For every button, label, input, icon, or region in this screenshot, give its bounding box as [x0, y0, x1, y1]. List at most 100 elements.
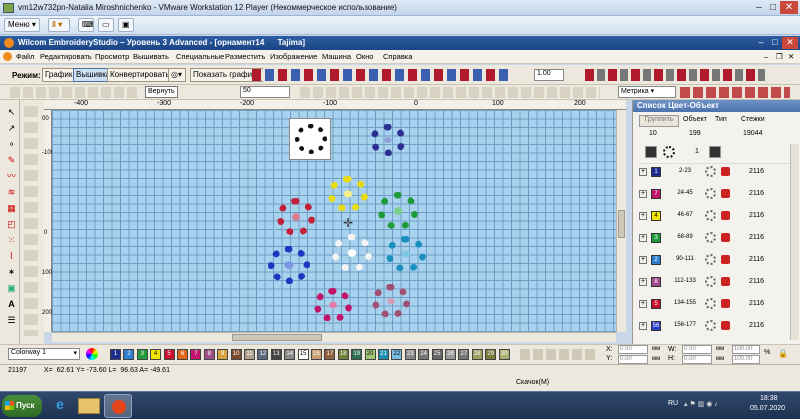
expand-icon[interactable]: + — [639, 190, 647, 198]
palette-swatch[interactable]: 18 — [337, 349, 349, 360]
h-field[interactable]: 0.00 — [682, 355, 712, 364]
palette-swatch[interactable]: 2 — [123, 349, 135, 360]
satin-tool-icon[interactable]: ≋ — [3, 186, 20, 199]
minimize-icon[interactable]: – — [752, 1, 766, 14]
star-tool-icon[interactable]: ✶ — [3, 266, 20, 279]
palette-swatch[interactable]: 12 — [257, 349, 269, 360]
palette-swatch[interactable]: 14 — [284, 349, 296, 360]
palette-swatch[interactable]: 5 — [163, 349, 175, 360]
palette-swatch[interactable]: 22 — [391, 349, 403, 360]
horizontal-scroll-thumb[interactable] — [232, 334, 322, 341]
palette-swatch[interactable]: 7 — [190, 349, 202, 360]
vertical-scroll-thumb[interactable] — [618, 210, 625, 238]
view-tools-strip[interactable] — [300, 87, 600, 98]
color-object-row[interactable]: +5 134-155 2116 — [639, 296, 789, 317]
color-object-row[interactable]: +4 46-67 2116 — [639, 208, 789, 229]
pointer-tool-icon[interactable]: ↖ — [3, 106, 20, 119]
dots-tool-icon[interactable]: ⁙ — [3, 234, 20, 247]
palette-swatch[interactable]: 28 — [471, 349, 483, 360]
app-close-icon[interactable]: ✕ — [782, 37, 798, 49]
standard-tools-strip[interactable] — [10, 87, 138, 98]
outline-tool-icon[interactable]: ◰ — [3, 218, 20, 231]
vm-menu-button[interactable]: Меню ▾ — [4, 18, 40, 32]
color-object-row[interactable]: +1 2-23 2116 — [639, 164, 789, 185]
ornament-green[interactable] — [378, 192, 418, 230]
color-object-row[interactable]: +3 68-89 2116 — [639, 230, 789, 251]
color-object-row[interactable]: +7 24-45 2116 — [639, 186, 789, 207]
ornament-blue[interactable] — [268, 246, 310, 284]
menu-file[interactable]: Файл — [16, 52, 34, 61]
panel-scrollbar[interactable] — [790, 144, 799, 340]
mdi-close-icon[interactable]: ✕ — [788, 52, 794, 61]
palette-swatch[interactable]: 21 — [378, 349, 389, 360]
text-tool-icon[interactable]: A — [3, 298, 20, 311]
colorway-select[interactable]: Colorway 1 ▾ — [8, 348, 80, 360]
expand-icon[interactable]: + — [639, 256, 647, 264]
ornament-teal[interactable] — [386, 236, 426, 272]
vm-unity-icon[interactable]: ▣ — [118, 18, 134, 32]
expand-icon[interactable]: + — [639, 300, 647, 308]
menu-help[interactable]: Справка — [383, 52, 412, 61]
palette-swatch[interactable]: 30 — [498, 349, 510, 360]
expand-icon[interactable]: + — [639, 322, 647, 330]
stitch-tool-icon[interactable]: ⚬ — [3, 138, 20, 151]
app-maximize-icon[interactable]: □ — [768, 37, 782, 49]
palette-swatch[interactable]: 23 — [404, 349, 416, 360]
menu-edit[interactable]: Редактировать — [40, 52, 92, 61]
lock-icon[interactable]: 🔒 — [778, 349, 788, 358]
clock-date[interactable]: 05.07.2020 — [750, 405, 785, 412]
palette-swatch[interactable]: 15 — [297, 349, 309, 360]
palette-swatch[interactable]: 25 — [431, 349, 443, 360]
color-object-row[interactable]: +56 156-177 2116 — [639, 318, 789, 339]
palette-swatch[interactable]: 8 — [203, 349, 215, 360]
reshape-tool-icon[interactable]: ↗ — [3, 122, 20, 135]
globe-icon[interactable]: ◎▾ — [168, 68, 186, 82]
ornament-magenta[interactable] — [314, 288, 352, 322]
ornament-red[interactable] — [277, 198, 315, 236]
menu-machine[interactable]: Машина — [322, 52, 351, 61]
palette-swatch[interactable]: 26 — [445, 349, 456, 360]
clock-time[interactable]: 18:38 — [760, 395, 778, 402]
menu-image[interactable]: Изображение — [270, 52, 317, 61]
start-button[interactable]: Пуск — [2, 395, 42, 417]
menu-arrange[interactable]: Разместить — [225, 52, 265, 61]
selected-design-preview[interactable] — [289, 118, 331, 160]
expand-icon[interactable]: + — [639, 212, 647, 220]
pause-button[interactable]: ‖ ▾ — [48, 18, 70, 32]
palette-swatch[interactable]: 4 — [150, 349, 162, 360]
convert-button[interactable]: Конвертировать — [107, 68, 173, 82]
palette-swatch[interactable]: 29 — [485, 349, 497, 360]
ornament-mauve[interactable] — [372, 284, 410, 318]
palette-swatch[interactable]: 17 — [324, 349, 336, 360]
design-canvas[interactable]: ✛ — [52, 110, 616, 332]
effects-tools-strip[interactable] — [585, 69, 765, 81]
wilcom-taskbar-button[interactable] — [104, 394, 132, 418]
expand-icon[interactable]: + — [639, 234, 647, 242]
zoom-value-field[interactable]: 1.00 — [534, 69, 564, 81]
run-tool-icon[interactable]: 〰 — [3, 170, 20, 183]
menu-digitize[interactable]: Вышивать — [133, 52, 169, 61]
expand-icon[interactable]: + — [639, 278, 647, 286]
monogram-tool-icon[interactable]: ☰ — [3, 314, 20, 327]
object-tools-strip[interactable] — [252, 69, 512, 81]
path-tool-icon[interactable]: ⌇ — [3, 250, 20, 263]
close-icon[interactable]: ✕ — [780, 1, 798, 14]
color-object-row[interactable]: +2 90-111 2116 — [639, 252, 789, 273]
fill-tool-icon[interactable]: ▦ — [3, 202, 20, 215]
color-wheel-icon[interactable] — [86, 348, 98, 360]
units-select[interactable]: Метрика ▾ — [618, 86, 676, 98]
color-object-row[interactable]: +8 112-133 2116 — [639, 274, 789, 295]
menu-special[interactable]: Специальные — [176, 52, 224, 61]
palette-swatch[interactable]: 6 — [177, 349, 188, 360]
node-tools-strip[interactable] — [24, 106, 38, 336]
vertical-scrollbar[interactable] — [616, 110, 626, 332]
mdi-minimize-icon[interactable]: – — [764, 52, 768, 61]
palette-swatch[interactable]: 24 — [418, 349, 430, 360]
palette-swatch[interactable]: 19 — [351, 349, 363, 360]
horizontal-scrollbar[interactable] — [52, 332, 616, 342]
h-percent-field[interactable]: 100.00 — [732, 355, 760, 364]
palette-swatch[interactable]: 16 — [311, 349, 322, 360]
palette-swatch[interactable]: 27 — [458, 349, 470, 360]
ornament-navy[interactable] — [370, 124, 406, 156]
w-field[interactable]: 0.00 — [682, 345, 712, 354]
